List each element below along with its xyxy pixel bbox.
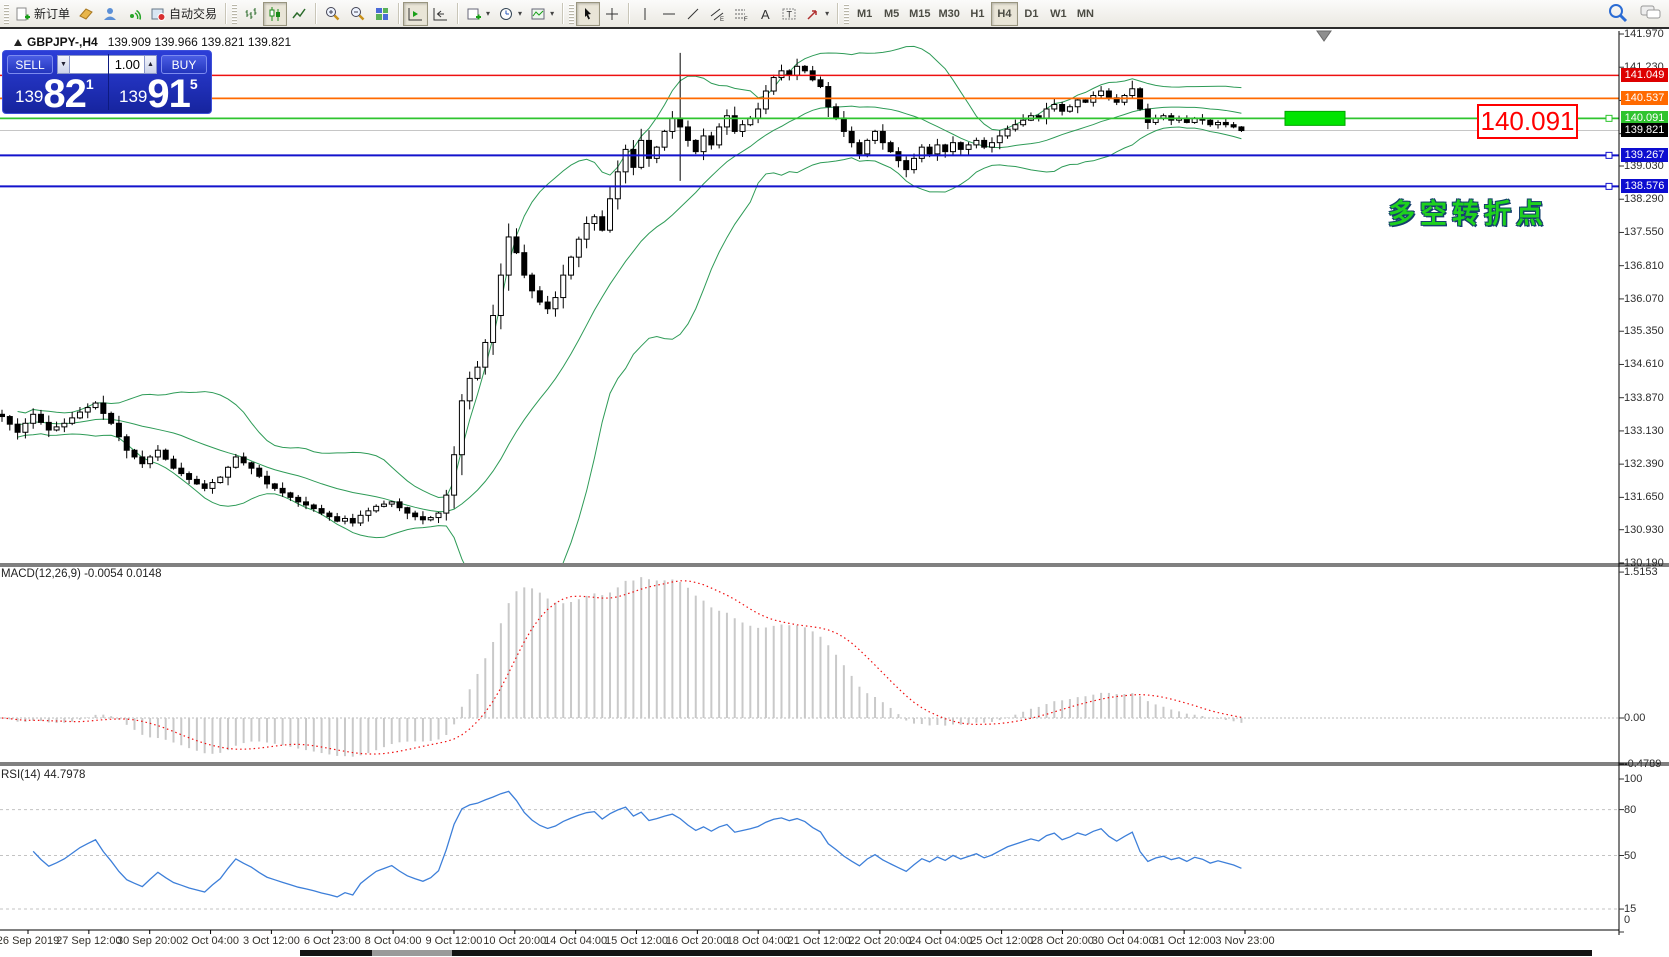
price-badge: 138.576 — [1621, 179, 1668, 194]
rsi-axis-label: 100 — [1624, 773, 1643, 785]
chart-ohlc-values: 139.909 139.966 139.821 139.821 — [107, 35, 292, 49]
date-tick-label: 28 Oct 20:00 — [1030, 935, 1094, 947]
rsi-indicator-label: RSI(14) 44.7978 — [1, 769, 86, 781]
rsi-axis-label: 80 — [1624, 803, 1637, 816]
date-tick-label: 8 Oct 04:00 — [364, 935, 422, 947]
date-tick-label: 16 Oct 20:00 — [665, 935, 729, 947]
price-badge: 139.267 — [1621, 148, 1668, 163]
price-callout-box[interactable]: 140.091 — [1477, 104, 1578, 139]
sell-price-base: 139 — [15, 87, 44, 106]
chart-title: GBPJPY-,H4 139.909 139.966 139.821 139.82… — [14, 35, 291, 49]
date-tick-label: 9 Oct 12:00 — [425, 935, 483, 947]
scrollbar-track[interactable] — [300, 950, 1592, 956]
price-tick-label: 131.650 — [1624, 491, 1664, 504]
price-badge: 140.537 — [1621, 91, 1668, 106]
sell-price-pips: 82 — [43, 72, 86, 116]
buy-price-pips: 91 — [147, 72, 190, 116]
chart-area[interactable]: GBPJPY-,H4 139.909 139.966 139.821 139.82… — [0, 0, 1669, 957]
sell-price[interactable]: 139 82 1 — [15, 72, 94, 116]
date-tick-label: 26 Sep 2019 — [0, 935, 60, 947]
price-tick-label: 136.810 — [1624, 259, 1664, 272]
buy-price[interactable]: 139 91 5 — [119, 72, 198, 116]
buy-price-point: 5 — [189, 76, 198, 92]
date-tick-label: 31 Oct 12:00 — [1152, 935, 1216, 947]
price-badge: 141.049 — [1621, 68, 1668, 83]
date-tick-label: 18 Oct 04:00 — [726, 935, 790, 947]
highlight-rect — [1284, 110, 1346, 126]
price-tick-label: 133.130 — [1624, 424, 1664, 437]
date-tick-label: 6 Oct 23:00 — [303, 935, 361, 947]
date-tick-label: 10 Oct 20:00 — [483, 935, 547, 947]
date-tick-label: 21 Oct 12:00 — [787, 935, 851, 947]
horizontal-scrollbar[interactable] — [0, 949, 1669, 957]
date-tick-label: 24 Oct 04:00 — [909, 935, 973, 947]
chart-annotation-text: 多空转折点 — [1388, 199, 1548, 229]
one-click-trading-panel: SELL ▼ ▲ BUY 139821 139915 — [2, 50, 212, 114]
chart-symbol-period: GBPJPY-,H4 — [27, 35, 98, 49]
mt4-window: 新订单 自动交易 ▾ ▾ ▾ E F A T ▾ M1 M5 M15 M30 H… — [0, 0, 1669, 957]
macd-plot — [0, 577, 1619, 757]
date-tick-label: 2 Oct 04:00 — [182, 935, 239, 947]
price-badge: 139.821 — [1621, 123, 1668, 138]
date-tick-label: 3 Oct 12:00 — [242, 935, 300, 947]
line-handle — [1605, 114, 1613, 122]
macd-axis-label: 1.5153 — [1624, 566, 1658, 579]
date-tick-label: 30 Oct 04:00 — [1091, 935, 1155, 947]
date-tick-label: 27 Sep 12:00 — [56, 935, 122, 947]
chart-canvas[interactable] — [0, 0, 1669, 957]
sell-price-point: 1 — [85, 76, 94, 92]
bollinger-bands — [17, 45, 1242, 563]
price-tick-label: 134.610 — [1624, 358, 1664, 371]
date-tick-label: 25 Oct 12:00 — [970, 935, 1034, 947]
rsi-axis-label: 50 — [1624, 849, 1637, 862]
price-tick-label: 130.930 — [1624, 523, 1664, 536]
date-tick-label: 15 Oct 12:00 — [605, 935, 668, 947]
candles — [0, 52, 1245, 527]
rsi-axis-label: 0 — [1624, 914, 1631, 926]
line-handle — [1605, 151, 1613, 159]
panel-divider — [108, 54, 109, 110]
rsi-plot — [0, 790, 1619, 910]
price-tick-label: 137.550 — [1624, 226, 1664, 239]
price-tick-label: 132.390 — [1624, 458, 1664, 471]
date-tick-label: 3 Nov 23:00 — [1215, 935, 1275, 947]
date-tick-label: 14 Oct 04:00 — [544, 935, 608, 947]
date-tick-label: 30 Sep 20:00 — [116, 935, 183, 947]
chart-symbol-icon — [14, 39, 22, 46]
price-tick-label: 138.290 — [1624, 193, 1664, 206]
macd-axis-label: 0.00 — [1624, 712, 1646, 724]
date-tick-label: 22 Oct 20:00 — [848, 935, 912, 947]
price-tick-label: 135.350 — [1624, 325, 1664, 338]
macd-indicator-label: MACD(12,26,9) -0.0054 0.0148 — [1, 568, 162, 580]
buy-price-base: 139 — [119, 87, 148, 106]
line-handle — [1605, 182, 1613, 190]
macd-axis-label: -0.4789 — [1624, 758, 1662, 771]
price-tick-label: 133.870 — [1624, 391, 1664, 404]
scrollbar-thumb[interactable] — [372, 950, 452, 956]
price-tick-label: 141.970 — [1624, 28, 1664, 40]
price-tick-label: 136.070 — [1624, 292, 1664, 305]
shift-marker — [1316, 30, 1332, 42]
